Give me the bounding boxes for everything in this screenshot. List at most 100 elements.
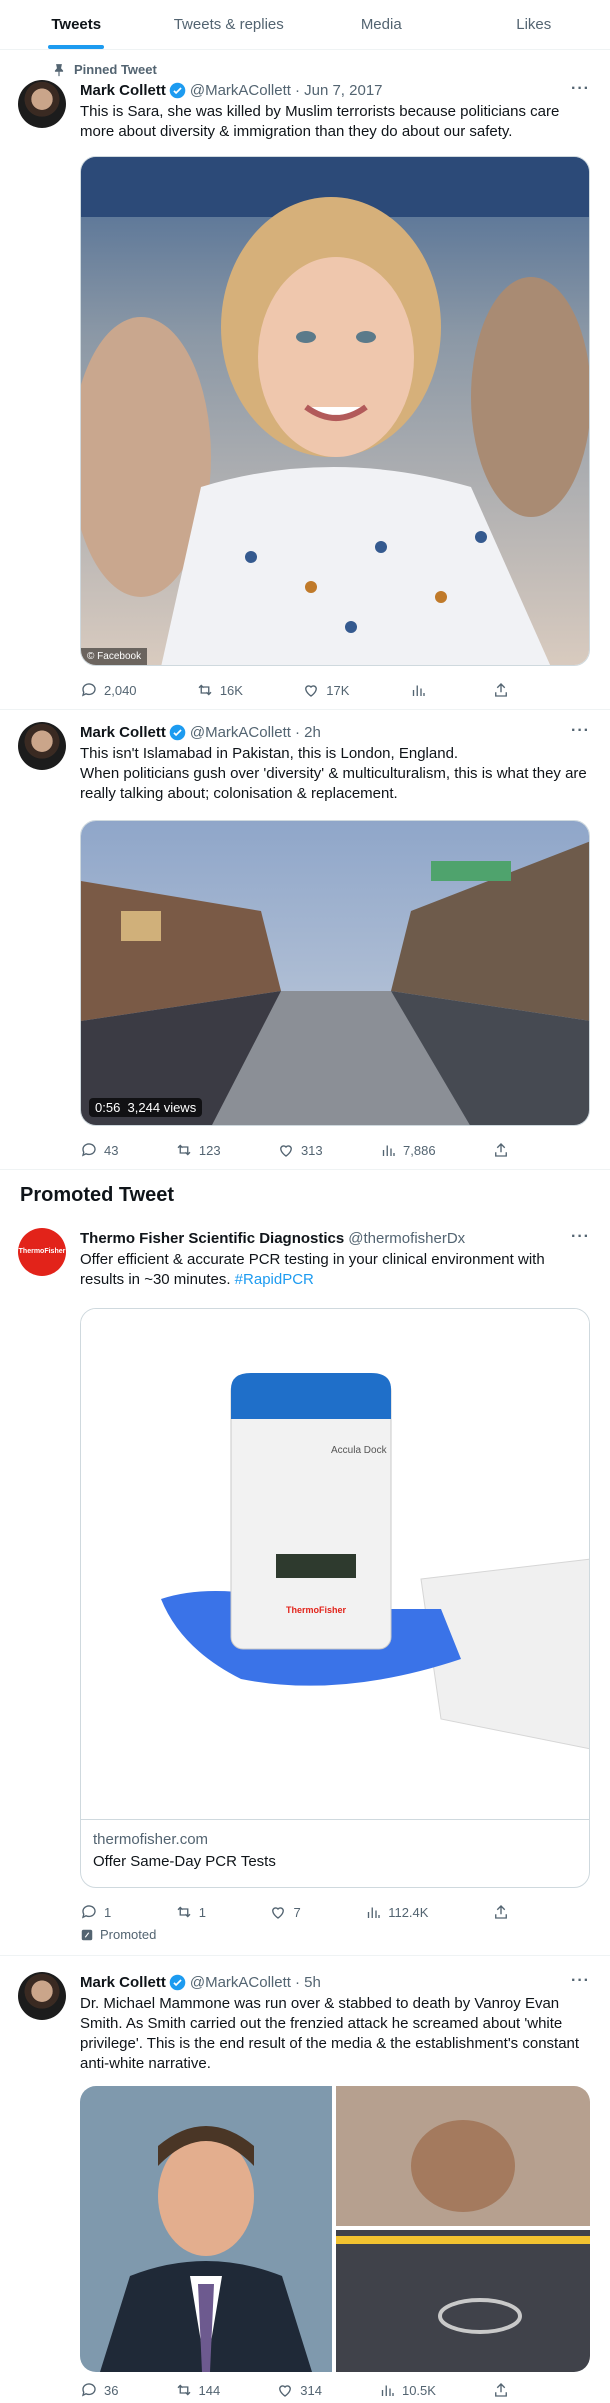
tab-likes[interactable]: Likes [458, 0, 610, 49]
heart-icon [279, 2385, 292, 2397]
views-count: 10.5K [401, 2382, 436, 2398]
reply-icon [81, 2383, 96, 2397]
tweet-video[interactable]: 0:56 3,244 views [80, 820, 590, 1126]
tweet-timestamp[interactable]: · 5h [295, 1974, 321, 1991]
reply-button[interactable]: 2,040 [80, 680, 137, 700]
like-count: 7 [293, 1904, 301, 1920]
promoted-icon [81, 1929, 93, 1940]
heart-icon [280, 1145, 292, 1157]
reply-button[interactable]: 36 [80, 2380, 118, 2400]
video-views: 3,244 views [127, 1100, 197, 1115]
card-divider [81, 1819, 589, 1820]
like-button[interactable]: 313 [277, 1140, 323, 1160]
tweet-photo[interactable]: © Facebook [80, 156, 590, 666]
tweet-promoted[interactable]: ThermoFisher Thermo Fisher Scientific Di… [0, 1216, 610, 1956]
tweet-pinned[interactable]: Pinned Tweet Mark Collett @MarkACollett … [0, 50, 610, 710]
like-count: 314 [300, 2382, 322, 2398]
retweet-count: 144 [198, 2382, 221, 2398]
like-button[interactable]: 17K [302, 680, 349, 700]
tweet-timestamp[interactable]: · Jun 7, 2017 [295, 82, 383, 99]
more-options-icon[interactable]: ··· [571, 1972, 590, 1990]
retweet-count: 16K [219, 682, 243, 698]
active-tab-indicator [48, 45, 105, 49]
avatar[interactable] [18, 722, 66, 770]
share-icon [495, 2383, 507, 2397]
views-icon [381, 2385, 394, 2396]
pin-icon [54, 63, 64, 76]
tweet[interactable]: Mark Collett @MarkACollett · 5h ··· Dr. … [0, 1956, 610, 2403]
author-handle[interactable]: @MarkACollett [190, 724, 291, 741]
tweet-text: This is Sara, she was killed by Muslim t… [80, 102, 590, 142]
views-button[interactable]: 112.4K [364, 1902, 428, 1922]
ad-image-device [81, 1309, 589, 1819]
tweet-header: Thermo Fisher Scientific Diagnostics @th… [80, 1228, 590, 1248]
tweet-timestamp[interactable]: · 2h [295, 724, 321, 741]
like-count: 17K [326, 682, 350, 698]
views-icon [368, 1907, 380, 1918]
tweet-text: Dr. Michael Mammone was run over & stabb… [80, 1994, 590, 2074]
reply-button[interactable]: 43 [80, 1140, 118, 1160]
like-button[interactable]: 314 [276, 2380, 322, 2400]
device-brand: ThermoFisher [286, 1605, 347, 1615]
tweet[interactable]: Mark Collett @MarkACollett · 2h ··· This… [0, 710, 610, 1170]
author-handle[interactable]: @thermofisherDx [348, 1230, 465, 1247]
video-duration: 0:56 [95, 1100, 121, 1115]
brand-avatar-text: ThermoFisher [18, 1248, 66, 1255]
like-button[interactable]: 7 [269, 1902, 301, 1922]
tweet-text: This isn't Islamabad in Pakistan, this i… [80, 744, 590, 804]
author-name[interactable]: Mark Collett [80, 1974, 166, 1991]
tab-tweets-replies[interactable]: Tweets & replies [153, 0, 306, 49]
retweet-icon [198, 684, 212, 696]
more-options-icon[interactable]: ··· [571, 722, 590, 740]
views-count: 112.4K [388, 1904, 429, 1920]
retweet-button[interactable]: 123 [175, 1140, 221, 1160]
author-handle[interactable]: @MarkACollett [190, 1974, 291, 1991]
share-button[interactable] [492, 680, 510, 700]
hashtag-link[interactable]: #RapidPCR [235, 1271, 314, 1288]
avatar[interactable] [18, 80, 66, 128]
retweet-button[interactable]: 144 [175, 2380, 221, 2400]
reply-count: 43 [104, 1142, 119, 1158]
author-name[interactable]: Mark Collett [80, 724, 166, 741]
pinned-indicator: Pinned Tweet [52, 62, 157, 77]
reply-button[interactable]: 1 [80, 1902, 111, 1922]
tab-media[interactable]: Media [305, 0, 458, 49]
share-button[interactable] [492, 1902, 510, 1922]
share-button[interactable] [492, 2380, 510, 2400]
verified-badge-icon [169, 1974, 186, 1990]
reply-icon [81, 683, 96, 697]
views-button[interactable]: 10.5K [378, 2380, 436, 2400]
brand-avatar[interactable]: ThermoFisher [18, 1228, 66, 1276]
retweet-count: 1 [198, 1904, 206, 1920]
reply-count: 2,040 [104, 682, 137, 698]
card-domain[interactable]: thermofisher.com [93, 1831, 208, 1848]
more-options-icon[interactable]: ··· [571, 80, 590, 98]
tweet-text: Offer efficient & accurate PCR testing i… [80, 1250, 590, 1290]
heart-icon [305, 685, 318, 697]
verified-badge-icon [169, 82, 186, 98]
retweet-button[interactable]: 16K [196, 680, 243, 700]
tweet-text-line: Dr. Michael Mammone was run over & stabb… [80, 1995, 580, 2072]
tweet-actions: 36 144 314 10.5K [80, 2380, 510, 2400]
tab-tweets[interactable]: Tweets [0, 0, 153, 49]
tweet-actions: 1 1 7 112.4K [80, 1902, 510, 1922]
tweet-header: Mark Collett @MarkACollett · 5h ··· [80, 1972, 590, 1992]
pinned-label: Pinned Tweet [74, 62, 157, 77]
views-button[interactable] [409, 680, 433, 700]
tweet-photo-grid [80, 2086, 590, 2372]
tweet-header: Mark Collett @MarkACollett · 2h ··· [80, 722, 590, 742]
tab-likes-label: Likes [516, 16, 552, 33]
author-handle[interactable]: @MarkACollett [190, 82, 291, 99]
retweet-button[interactable]: 1 [175, 1902, 206, 1922]
avatar[interactable] [18, 1972, 66, 2020]
views-count: 7,886 [403, 1142, 436, 1158]
ad-card[interactable]: Accula Dock ThermoFisher thermofisher.co… [80, 1308, 590, 1888]
more-options-icon[interactable]: ··· [571, 1228, 590, 1246]
author-name[interactable]: Mark Collett [80, 82, 166, 99]
views-button[interactable]: 7,886 [379, 1140, 436, 1160]
card-title[interactable]: Offer Same-Day PCR Tests [93, 1853, 276, 1870]
author-name[interactable]: Thermo Fisher Scientific Diagnostics [80, 1230, 344, 1247]
video-street-prayer [81, 821, 589, 1125]
share-button[interactable] [492, 1140, 510, 1160]
tweet-text-line: This is Sara, she was killed by Muslim t… [80, 103, 560, 140]
